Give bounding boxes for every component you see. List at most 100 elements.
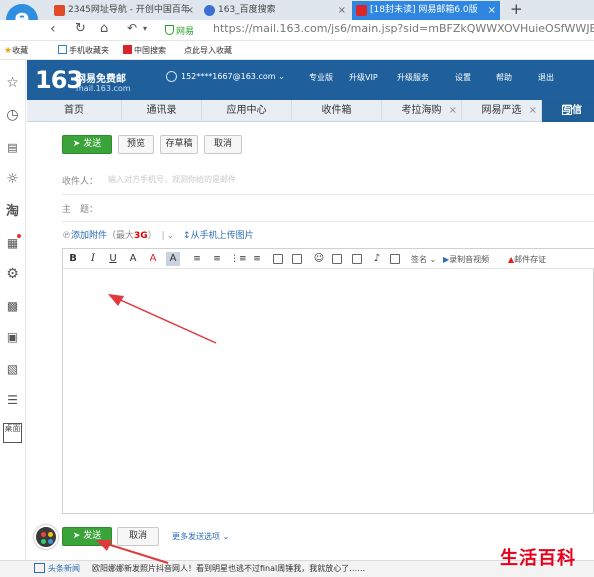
record-video-button[interactable]: ▶录制音视频 [443, 254, 489, 265]
number-list-icon[interactable]: ≡ [250, 252, 264, 266]
divider: | [161, 231, 165, 241]
chevron-down-icon[interactable]: ▾ [143, 24, 147, 33]
header-link-pro[interactable]: 专业版 [309, 72, 333, 83]
tab-kaola[interactable]: 考拉海购 × [382, 100, 462, 122]
more-send-options-link[interactable]: 更多发送选项 ⌄ [172, 531, 229, 542]
cancel-button[interactable]: 取消 [204, 135, 242, 154]
shield-icon [165, 25, 174, 35]
add-attachment-link[interactable]: 添加附件 [71, 231, 107, 241]
new-tab-button[interactable]: + [510, 0, 523, 18]
address-bar-url[interactable]: https://mail.163.com/js6/main.jsp?sid=mB… [213, 22, 594, 35]
bottom-cancel-button[interactable]: 取消 [117, 527, 159, 546]
table-icon[interactable] [352, 254, 362, 264]
close-icon[interactable]: × [529, 100, 537, 122]
star-icon[interactable]: ☆ [3, 74, 22, 93]
close-icon[interactable]: × [449, 100, 457, 122]
game-icon[interactable]: ⚙ [3, 265, 22, 284]
bg-color-button[interactable]: A [166, 252, 180, 266]
postcard-label: 邮件存证 [514, 255, 547, 264]
browser-tab-163-mail[interactable]: [18封未读] 网易邮箱6.0版 × [352, 1, 500, 20]
align-left-icon[interactable]: ≡ [210, 252, 224, 266]
bullet-list-icon[interactable]: ⋮≡ [230, 252, 247, 266]
header-link-vip[interactable]: 升级VIP [349, 72, 378, 83]
history-icon[interactable]: ◷ [3, 106, 22, 125]
dot-icon [48, 539, 53, 544]
postcard-button[interactable]: ▲邮件存证 [508, 254, 546, 265]
save-draft-button[interactable]: 存草稿 [160, 135, 198, 154]
favorites-import[interactable]: 点此导入收藏 [184, 45, 232, 56]
close-icon[interactable]: × [186, 1, 194, 20]
align-icon[interactable]: ≡ [190, 252, 204, 266]
headline-news-text[interactable]: 欧阳娜娜新发照片抖音网人！看到明星也逃不过final周锤我，我就放心了…… [92, 563, 365, 574]
emoji-icon[interactable]: ☺ [312, 252, 326, 266]
tab-yanxuan[interactable]: 网易严选 × [462, 100, 542, 122]
refresh-icon[interactable]: ↻ [75, 21, 86, 36]
favorites-collect[interactable]: ★收藏 [4, 45, 28, 56]
user-account[interactable]: 152****1667@163.com ⌄ [181, 72, 285, 81]
watermark: 生活百科 [500, 548, 576, 569]
chevron-down-icon: ⌄ [278, 72, 285, 81]
recipient-input[interactable]: 输入对方手机号，观测你给的是邮件 [108, 174, 236, 185]
tab-contacts[interactable]: 通讯录 [122, 100, 202, 122]
headline-news-label[interactable]: 头条新闻 [48, 563, 80, 574]
send-label: 发送 [83, 139, 102, 149]
device-icon[interactable]: ▣ [3, 328, 22, 347]
chat-icon[interactable]: ☼ [3, 170, 22, 189]
message-editor[interactable] [62, 248, 594, 514]
signature-menu[interactable]: 签名 ⌄ [411, 254, 436, 265]
back-icon[interactable]: ‹ [50, 21, 56, 37]
header-link-logout[interactable]: 退出 [538, 72, 554, 83]
tab-label: 考拉海购 [401, 105, 442, 116]
subject-input[interactable] [108, 198, 588, 216]
undo-icon[interactable]: ↶ [127, 21, 137, 35]
close-icon[interactable]: × [338, 1, 346, 20]
font-color-button[interactable]: A [146, 252, 160, 266]
news-icon[interactable]: ▤ [3, 138, 22, 157]
news-icon [34, 563, 45, 573]
italic-button[interactable]: I [86, 252, 100, 266]
close-icon[interactable]: × [488, 1, 496, 20]
chevron-down-icon[interactable]: ⌄ [167, 231, 175, 241]
template-icon[interactable] [332, 254, 342, 264]
underline-button[interactable]: U [106, 252, 120, 266]
record-label: 录制音视频 [449, 255, 490, 264]
star-icon: ★ [4, 46, 13, 56]
font-size-button[interactable]: A [126, 252, 140, 266]
desktop-icon[interactable]: 桌面 [3, 423, 22, 443]
fav-label: 手机收藏夹 [69, 46, 109, 55]
bottom-send-button[interactable]: ➤ 发送 [62, 527, 112, 546]
bold-button[interactable]: B [66, 252, 80, 266]
preview-button[interactable]: 预览 [118, 135, 154, 154]
browser-tab-baidu[interactable]: 163_百度搜索 × [200, 1, 350, 20]
fav-label: 中国搜索 [134, 46, 166, 55]
video-icon[interactable]: ▩ [3, 297, 22, 316]
image-icon[interactable] [273, 254, 283, 264]
taobao-icon[interactable]: 淘 [3, 202, 22, 221]
mobile-upload-link[interactable]: 从手机上传图片 [191, 231, 254, 241]
tab-app-center[interactable]: 应用中心 [202, 100, 292, 122]
tab-inbox[interactable]: 收件箱 [292, 100, 382, 122]
browser-tab-2345[interactable]: 2345网址导航 - 开创中国百年 × [50, 1, 198, 20]
secure-label: 网易 [176, 27, 195, 37]
favorites-mobile[interactable]: 手机收藏夹 [58, 45, 109, 56]
secure-badge[interactable]: 网易 [165, 24, 194, 37]
tab-2345-icon [54, 5, 65, 16]
tab-home[interactable]: 首页 [27, 100, 122, 122]
more-icon[interactable] [390, 254, 400, 264]
header-link-settings[interactable]: 设置 [455, 72, 471, 83]
calendar-icon[interactable]: ▦ [3, 234, 22, 253]
tab-label: [18封未读] 网易邮箱6.0版 [370, 5, 478, 15]
compose-icon [562, 105, 572, 115]
divider [62, 194, 594, 195]
screenshot-icon[interactable] [292, 254, 302, 264]
header-link-upgrade[interactable]: 升级服务 [397, 72, 429, 83]
header-link-help[interactable]: 帮助 [496, 72, 512, 83]
home-icon[interactable]: ⌂ [100, 21, 108, 36]
send-button[interactable]: ➤ 发送 [62, 135, 112, 154]
floating-app-button[interactable] [34, 525, 58, 549]
favorites-chinaso[interactable]: 中国搜索 [123, 45, 166, 56]
calculator-icon[interactable]: ▧ [3, 360, 22, 379]
list-icon[interactable]: ☰ [3, 391, 22, 410]
microphone-icon[interactable]: ♪ [370, 252, 384, 266]
attach-limit-prefix: （最大 [107, 231, 135, 241]
